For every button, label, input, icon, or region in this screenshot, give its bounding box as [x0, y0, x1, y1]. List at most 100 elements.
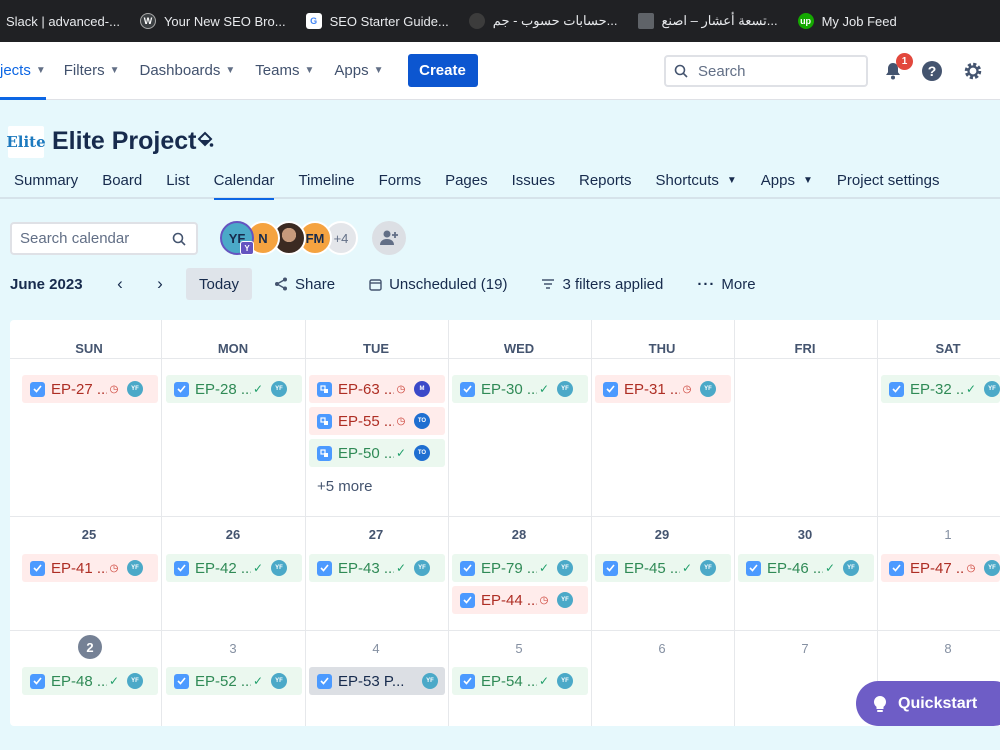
task-checkbox-icon — [603, 381, 618, 397]
calendar-event[interactable]: EP-63 ... ◷ M — [309, 375, 445, 403]
clock-icon: ◷ — [396, 383, 406, 395]
calendar-grid: SUN MON TUE WED THU FRI SAT EP-27 ... ◷ YF… — [10, 320, 1000, 726]
share-button[interactable]: Share — [274, 276, 335, 293]
tab-list[interactable]: List — [166, 162, 189, 198]
calendar-event[interactable]: EP-30 ... ✓ YF — [452, 375, 588, 403]
today-button[interactable]: Today — [186, 268, 253, 300]
share-icon — [275, 277, 288, 291]
tab-calendar[interactable]: Calendar — [213, 162, 274, 200]
calendar-event[interactable]: EP-41 ... ◷ YF — [22, 554, 158, 582]
task-checkbox-icon — [30, 381, 45, 397]
calendar-event[interactable]: EP-48 ... ✓ YF — [22, 667, 158, 695]
tab-project-settings[interactable]: Project settings — [837, 162, 940, 198]
calendar-event[interactable]: EP-27 ... ◷ YF — [22, 375, 158, 403]
tab-summary[interactable]: Summary — [14, 162, 78, 198]
tab-reports[interactable]: Reports — [579, 162, 632, 198]
tab-apps[interactable]: Apps ▼ — [761, 162, 813, 198]
quickstart-button[interactable]: Quickstart — [856, 681, 1000, 726]
more-icon: ··· — [697, 275, 716, 293]
tab-timeline[interactable]: Timeline — [298, 162, 354, 198]
avatar: YF — [557, 592, 573, 608]
calendar-event[interactable]: EP-44 ... ◷ YF — [452, 586, 588, 614]
nav-apps[interactable]: Apps ▼ — [334, 42, 383, 100]
bookmark-seo-starter[interactable]: G SEO Starter Guide... — [305, 13, 449, 29]
calendar-event[interactable]: EP-43 ... ✓ YF — [309, 554, 445, 582]
site-icon — [637, 13, 654, 29]
global-search-input[interactable]: Search — [664, 55, 868, 87]
settings-button[interactable] — [961, 59, 985, 83]
calendar-event[interactable]: EP-46 ... ✓ YF — [738, 554, 874, 582]
nav-teams[interactable]: Teams ▼ — [255, 42, 314, 100]
tab-pages[interactable]: Pages — [445, 162, 488, 198]
chevron-down-icon: ▼ — [109, 65, 120, 76]
calendar-event[interactable]: EP-55 ... ◷ TO — [309, 407, 445, 435]
task-checkbox-icon — [460, 560, 475, 576]
calendar-icon — [369, 278, 382, 291]
more-button[interactable]: ··· More — [697, 276, 755, 293]
help-button[interactable]: ? — [920, 59, 944, 83]
calendar-search-input[interactable]: Search calendar — [10, 222, 198, 255]
avatar: YF — [984, 560, 1000, 576]
calendar-event[interactable]: EP-79 ... ✓ YF — [452, 554, 588, 582]
task-checkbox-icon — [746, 560, 761, 576]
filter-icon — [542, 279, 555, 289]
task-checkbox-icon — [174, 560, 189, 576]
avatar: YF — [557, 560, 573, 576]
bookmark-hsoub[interactable]: حسابات حسوب - جم... — [468, 13, 618, 29]
bookmark-job-feed[interactable]: up My Job Feed — [797, 13, 897, 29]
avatar: YF — [271, 560, 287, 576]
calendar-event[interactable]: EP-53 P... YF — [309, 667, 445, 695]
clock-icon: ◷ — [682, 383, 692, 395]
bookmark-tisaa[interactable]: تسعة أعشار – اصنع... — [637, 13, 778, 29]
add-people-button[interactable] — [372, 221, 406, 255]
paint-bucket-icon[interactable] — [196, 131, 214, 154]
notifications-button[interactable]: 1 — [881, 53, 913, 83]
nav-dashboards[interactable]: Dashboards ▼ — [140, 42, 236, 100]
done-check-icon: ✓ — [395, 561, 407, 575]
calendar-event[interactable]: EP-50 ... ✓ TO — [309, 439, 445, 467]
calendar-event[interactable]: EP-54 ... ✓ YF — [452, 667, 588, 695]
avatar: YF — [127, 560, 143, 576]
create-button[interactable]: Create — [407, 54, 478, 87]
task-checkbox-icon — [460, 381, 475, 397]
calendar-event[interactable]: EP-31 ... ◷ YF — [595, 375, 731, 403]
calendar-event[interactable]: EP-45 ... ✓ YF — [595, 554, 731, 582]
bookmark-seo-browser[interactable]: W Your New SEO Bro... — [139, 13, 286, 29]
nav-projects[interactable]: jects ▼ — [0, 42, 46, 100]
calendar-event[interactable]: EP-28 ... ✓ YF — [166, 375, 302, 403]
tab-board[interactable]: Board — [102, 162, 142, 198]
task-checkbox-icon — [460, 673, 475, 689]
avatar: YF — [422, 673, 438, 689]
weekday-header: MON — [217, 341, 249, 356]
chevron-down-icon: ▼ — [726, 174, 737, 186]
avatar: YF — [271, 381, 287, 397]
avatar[interactable]: YF Y — [220, 221, 254, 255]
done-check-icon: ✓ — [965, 382, 977, 396]
notification-badge: 1 — [896, 53, 913, 70]
avatar: YF — [984, 381, 1000, 397]
calendar-event[interactable]: EP-52 ... ✓ YF — [166, 667, 302, 695]
filters-button[interactable]: 3 filters applied — [541, 276, 663, 293]
nav-filters[interactable]: Filters ▼ — [64, 42, 120, 100]
calendar-event[interactable]: EP-47 ... ◷ YF — [881, 554, 1000, 582]
search-icon — [674, 64, 688, 78]
calendar-event[interactable]: EP-32 ... ✓ YF — [881, 375, 1000, 403]
avatar: YF — [557, 673, 573, 689]
done-check-icon: ✓ — [538, 382, 550, 396]
chevron-left-icon[interactable]: ‹ — [100, 274, 140, 294]
unscheduled-button[interactable]: Unscheduled (19) — [369, 276, 507, 293]
calendar-toolbar: June 2023 ‹ › Today Share Unscheduled (1… — [10, 268, 1000, 300]
tab-shortcuts[interactable]: Shortcuts ▼ — [656, 162, 737, 198]
bookmark-slack[interactable]: Slack | advanced-... — [6, 14, 120, 29]
top-navigation: jects ▼ Filters ▼ Dashboards ▼ Teams ▼ Apps ▼… — [0, 42, 1000, 100]
calendar-event[interactable]: EP-42 ... ✓ YF — [166, 554, 302, 582]
done-check-icon: ✓ — [395, 446, 407, 460]
more-events-link[interactable]: +5 more — [317, 478, 372, 495]
tab-issues[interactable]: Issues — [512, 162, 555, 198]
weekday-header: WED — [503, 341, 535, 356]
weekday-header: SUN — [75, 341, 103, 356]
tab-forms[interactable]: Forms — [379, 162, 422, 198]
chevron-right-icon[interactable]: › — [140, 274, 180, 294]
weekday-header: SAT — [935, 341, 961, 356]
weekday-header: THU — [648, 341, 676, 356]
